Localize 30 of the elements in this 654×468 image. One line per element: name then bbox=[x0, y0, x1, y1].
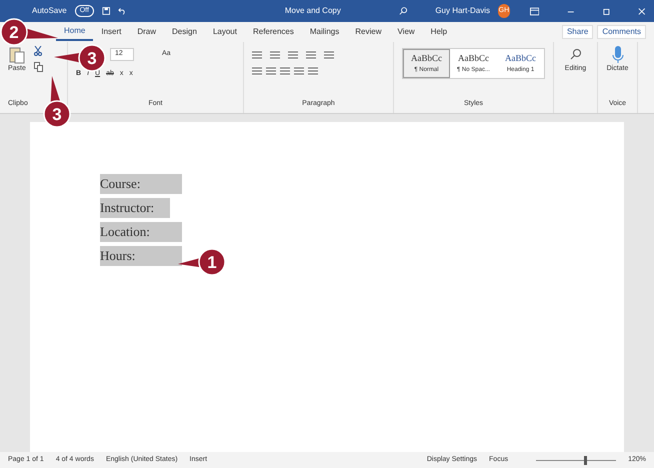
ribbon-display-icon[interactable] bbox=[530, 6, 540, 16]
restore-icon[interactable] bbox=[602, 6, 610, 16]
microphone-icon[interactable] bbox=[612, 46, 624, 64]
ribbon-tab[interactable]: Review bbox=[347, 24, 390, 40]
document-text: Location: bbox=[100, 222, 182, 242]
search-icon[interactable] bbox=[398, 6, 408, 16]
comments-button[interactable]: Comments bbox=[597, 25, 646, 39]
undo-icon[interactable] bbox=[118, 6, 127, 16]
ribbon-tab[interactable]: Layout bbox=[204, 24, 245, 40]
document-text: Hours: bbox=[100, 246, 182, 266]
window-title: Move and Copy bbox=[284, 5, 341, 17]
user-name: Guy Hart-Davis bbox=[435, 5, 490, 17]
ribbon-tab[interactable]: Draw bbox=[129, 24, 164, 40]
save-icon[interactable] bbox=[102, 6, 110, 16]
share-button[interactable]: Share bbox=[562, 25, 594, 39]
close-icon[interactable] bbox=[638, 6, 646, 16]
search-icon[interactable] bbox=[570, 48, 582, 60]
autosave-label: AutoSave bbox=[32, 5, 67, 17]
zoom-thumb[interactable] bbox=[584, 456, 588, 464]
paste-icon[interactable] bbox=[8, 46, 25, 64]
ribbon-tab[interactable]: Mailings bbox=[302, 24, 348, 40]
ribbon-tab[interactable]: Insert bbox=[93, 24, 130, 40]
ribbon-tab[interactable]: View bbox=[389, 24, 423, 40]
ribbon-tab[interactable]: Help bbox=[422, 24, 456, 40]
document-text: Instructor: bbox=[100, 198, 170, 218]
copy-icon[interactable] bbox=[34, 62, 43, 72]
ribbon-tab[interactable]: Design bbox=[164, 24, 205, 40]
document-text: Course: bbox=[100, 174, 182, 194]
scissors-icon[interactable] bbox=[34, 46, 42, 56]
ribbon-tab[interactable]: References bbox=[244, 24, 302, 40]
